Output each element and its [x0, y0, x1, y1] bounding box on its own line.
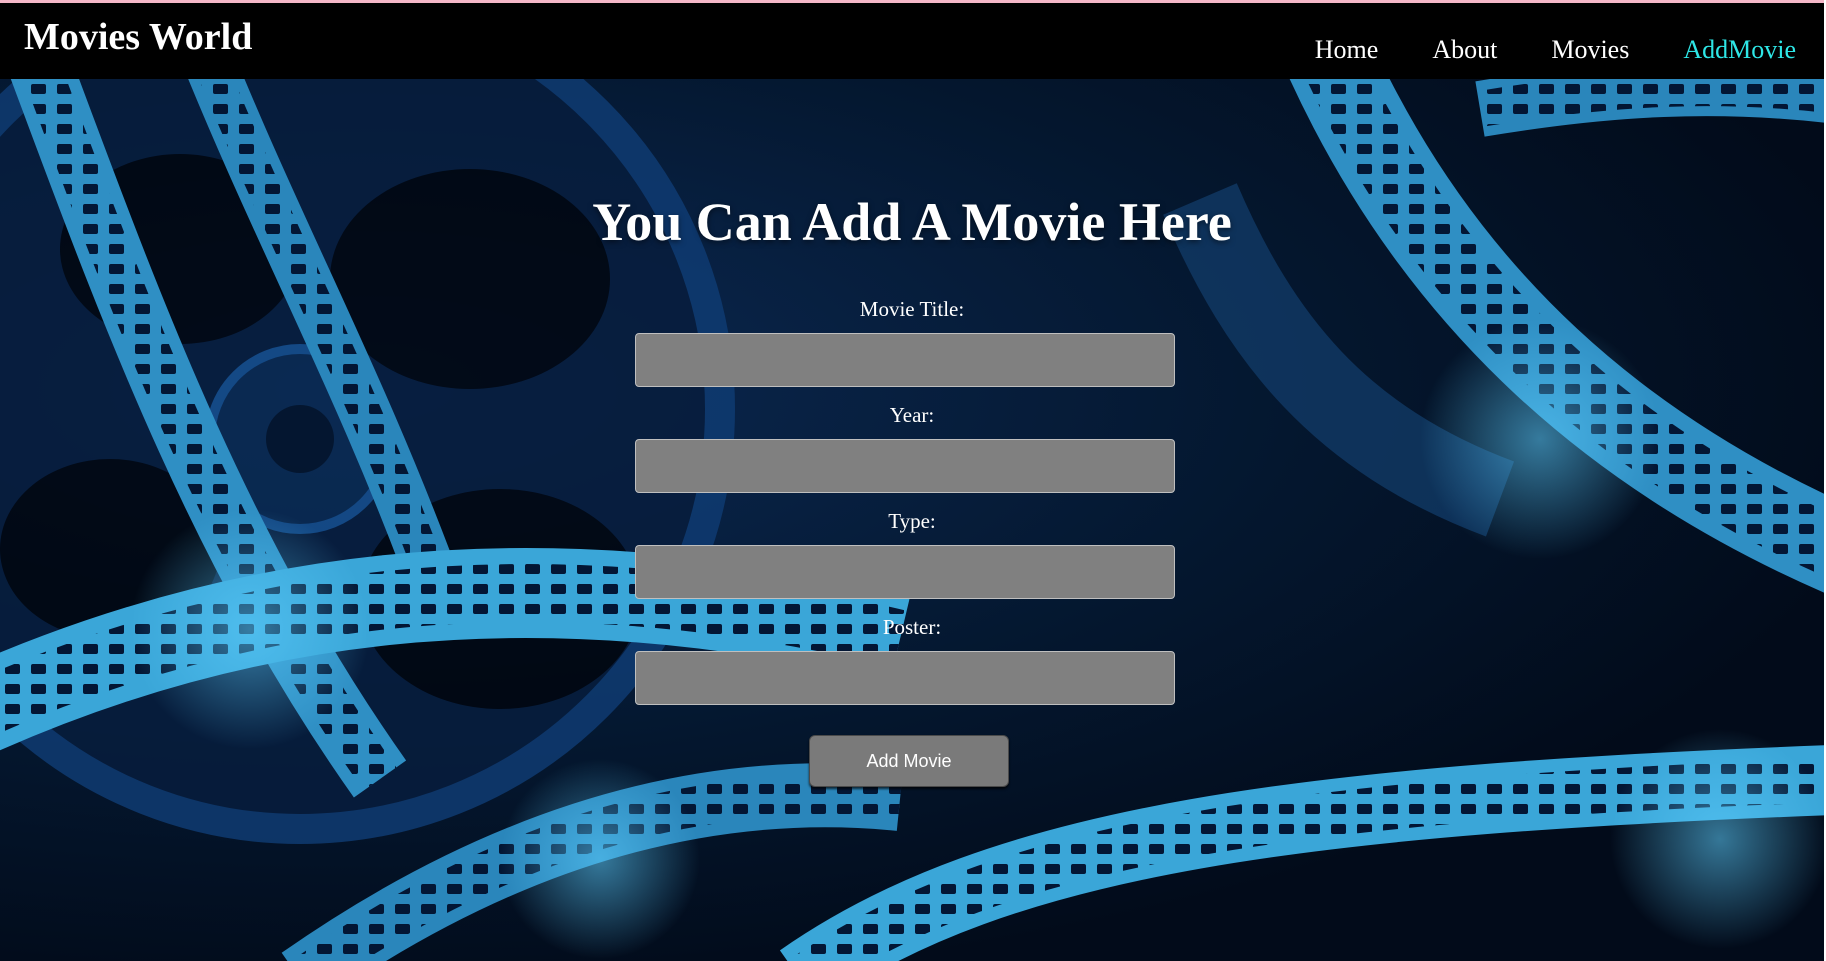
page-title: You Can Add A Movie Here	[592, 192, 1232, 252]
navbar: Movies World Home About Movies AddMovie	[0, 3, 1824, 79]
movie-title-label: Movie Title:	[859, 297, 965, 321]
page-frame: Movies World Home About Movies AddMovie	[0, 0, 1824, 961]
movie-title-input[interactable]	[635, 333, 1175, 387]
year-label: Year:	[889, 403, 935, 427]
nav-link-addmovie[interactable]: AddMovie	[1683, 37, 1796, 63]
nav-links: Home About Movies AddMovie	[1315, 37, 1796, 63]
add-movie-form: You Can Add A Movie Here Movie Title: Ye…	[0, 79, 1824, 961]
type-input[interactable]	[635, 545, 1175, 599]
nav-link-home[interactable]: Home	[1315, 37, 1379, 63]
type-label: Type:	[888, 509, 936, 533]
add-movie-button[interactable]: Add Movie	[809, 735, 1009, 787]
nav-link-movies[interactable]: Movies	[1551, 37, 1629, 63]
brand-logo[interactable]: Movies World	[24, 18, 252, 56]
year-input[interactable]	[635, 439, 1175, 493]
nav-link-about[interactable]: About	[1432, 37, 1497, 63]
poster-input[interactable]	[635, 651, 1175, 705]
poster-label: Poster:	[882, 615, 942, 639]
